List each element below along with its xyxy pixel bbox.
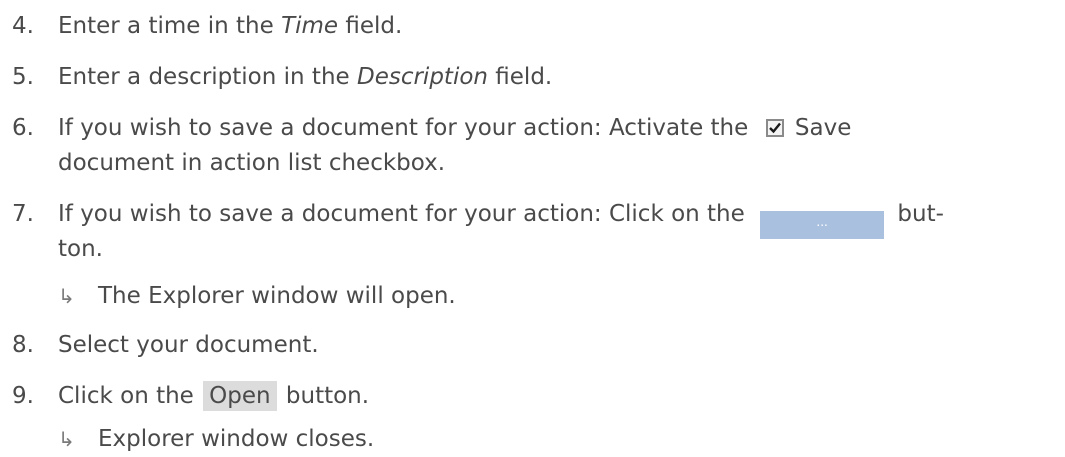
result-arrow-icon: ↳ — [58, 284, 75, 308]
step-text: Click on the — [58, 383, 202, 409]
step-4: 4. Enter a time in the Time field. — [12, 11, 402, 41]
step-number: 8. — [12, 332, 34, 358]
step-number: 5. — [12, 64, 34, 90]
step-text: Enter a time in the — [58, 13, 282, 39]
step-text: field. — [338, 13, 403, 39]
step-text: button. — [278, 383, 370, 409]
step-text: If you wish to save a document for your … — [58, 201, 753, 227]
step-7: 7. If you wish to save a document for you… — [12, 199, 944, 239]
step-text: but- — [890, 201, 944, 227]
step-9: 9. Click on the Open button. — [12, 381, 369, 411]
step-6: 6. If you wish to save a document for you… — [12, 113, 851, 143]
open-button[interactable]: Open — [203, 381, 277, 411]
step-number: 9. — [12, 383, 34, 409]
step-5: 5. Enter a description in the Description… — [12, 62, 552, 92]
field-name: Description — [356, 64, 488, 90]
step-number: 7. — [12, 201, 34, 227]
field-name: Time — [281, 13, 339, 39]
step-9-result: ↳ Explorer window closes. — [58, 424, 374, 454]
step-number: 6. — [12, 115, 34, 141]
step-8: 8. Select your document. — [12, 330, 319, 360]
step-text: Save — [787, 115, 852, 141]
step-7-result: ↳ The Explorer window will open. — [58, 281, 456, 311]
step-text: If you wish to save a document for your … — [58, 115, 756, 141]
result-arrow-icon: ↳ — [58, 427, 75, 451]
step-text: field. — [487, 64, 553, 90]
checked-checkbox-icon — [765, 119, 784, 137]
browse-ellipsis-button[interactable]: ... — [760, 211, 885, 239]
result-text: Explorer window closes. — [98, 426, 375, 452]
result-text: The Explorer window will open. — [98, 283, 456, 309]
step-number: 4. — [12, 13, 34, 39]
step-text: Enter a description in the — [58, 64, 357, 90]
step-7-continuation: ton. — [58, 236, 103, 262]
step-text: Select your document. — [58, 332, 319, 358]
step-6-continuation: document in action list checkbox. — [58, 150, 446, 176]
